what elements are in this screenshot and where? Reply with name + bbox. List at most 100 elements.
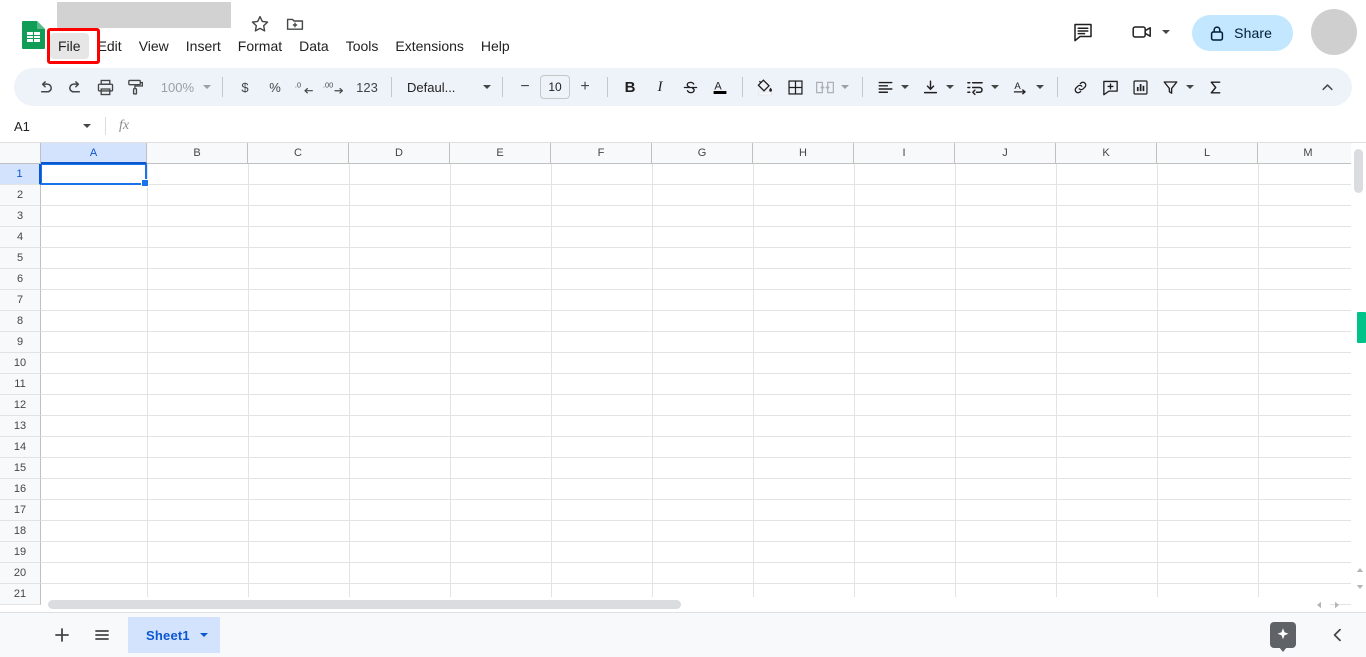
print-icon[interactable] (90, 72, 120, 102)
column-header-g[interactable]: G (652, 143, 753, 164)
currency-format-button[interactable]: $ (230, 72, 260, 102)
functions-button[interactable] (1200, 72, 1230, 102)
increase-decimal-button[interactable]: .00 (320, 72, 350, 102)
menu-item-extensions[interactable]: Extensions (387, 33, 471, 59)
scroll-up-arrow[interactable] (1351, 561, 1366, 578)
row-header-13[interactable]: 13 (0, 416, 41, 437)
select-all-corner[interactable] (0, 143, 41, 164)
text-rotation-button[interactable]: A (1005, 72, 1035, 102)
font-family-selector[interactable]: Defaul... (399, 80, 495, 95)
scroll-down-arrow[interactable] (1351, 578, 1366, 595)
column-header-f[interactable]: F (551, 143, 652, 164)
column-header-h[interactable]: H (753, 143, 854, 164)
menu-item-tools[interactable]: Tools (338, 33, 387, 59)
star-icon[interactable] (250, 14, 270, 34)
horizontal-scrollbar[interactable] (41, 597, 1330, 612)
zoom-selector[interactable]: 100% (150, 80, 215, 95)
redo-icon[interactable] (60, 72, 90, 102)
row-header-2[interactable]: 2 (0, 185, 41, 206)
text-wrapping-button[interactable] (960, 72, 990, 102)
formula-input[interactable] (142, 109, 1366, 143)
row-header-18[interactable]: 18 (0, 521, 41, 542)
chevron-down-icon[interactable] (841, 85, 849, 89)
row-header-10[interactable]: 10 (0, 353, 41, 374)
menu-item-edit[interactable]: Edit (90, 33, 130, 59)
chevron-down-icon[interactable] (199, 633, 208, 637)
row-header-7[interactable]: 7 (0, 290, 41, 311)
gemini-sparkle-icon[interactable] (1270, 622, 1296, 652)
strikethrough-button[interactable] (675, 72, 705, 102)
vertical-align-button[interactable] (915, 72, 945, 102)
cell-area[interactable] (41, 164, 1366, 606)
selected-cell-a1[interactable] (41, 164, 149, 187)
row-header-15[interactable]: 15 (0, 458, 41, 479)
text-color-button[interactable]: A (705, 72, 735, 102)
insert-comment-button[interactable] (1095, 72, 1125, 102)
row-header-21[interactable]: 21 (0, 584, 41, 605)
merge-cells-button[interactable] (810, 72, 840, 102)
vertical-scrollbar-thumb[interactable] (1354, 149, 1363, 193)
row-header-4[interactable]: 4 (0, 227, 41, 248)
all-sheets-button[interactable] (84, 617, 120, 653)
chevron-left-icon[interactable] (1324, 621, 1352, 649)
row-header-6[interactable]: 6 (0, 269, 41, 290)
row-header-5[interactable]: 5 (0, 248, 41, 269)
undo-icon[interactable] (30, 72, 60, 102)
name-box[interactable]: A1 (0, 110, 105, 143)
row-header-1[interactable]: 1 (0, 164, 41, 185)
row-header-8[interactable]: 8 (0, 311, 41, 332)
comment-history-icon[interactable] (1072, 21, 1094, 43)
menu-item-view[interactable]: View (131, 33, 177, 59)
decrease-decimal-button[interactable]: .0 (290, 72, 320, 102)
menu-item-insert[interactable]: Insert (178, 33, 229, 59)
create-filter-button[interactable] (1155, 72, 1185, 102)
row-header-14[interactable]: 14 (0, 437, 41, 458)
column-header-l[interactable]: L (1157, 143, 1258, 164)
sheet-tab-sheet1[interactable]: Sheet1 (128, 617, 220, 653)
user-avatar[interactable] (1311, 9, 1357, 55)
increase-font-size-button[interactable]: + (570, 72, 600, 102)
horizontal-scrollbar-thumb[interactable] (48, 600, 681, 609)
column-header-m[interactable]: M (1258, 143, 1359, 164)
fill-color-button[interactable] (750, 72, 780, 102)
chevron-down-icon[interactable] (1036, 85, 1044, 89)
percent-format-button[interactable]: % (260, 72, 290, 102)
move-to-folder-icon[interactable] (285, 14, 305, 34)
chevron-down-icon[interactable] (901, 85, 909, 89)
column-header-c[interactable]: C (248, 143, 349, 164)
menu-item-file[interactable]: File (50, 33, 89, 59)
row-header-17[interactable]: 17 (0, 500, 41, 521)
bold-button[interactable]: B (615, 72, 645, 102)
horizontal-align-button[interactable] (870, 72, 900, 102)
insert-chart-button[interactable] (1125, 72, 1155, 102)
font-size-input[interactable] (540, 75, 570, 99)
row-header-11[interactable]: 11 (0, 374, 41, 395)
column-header-i[interactable]: I (854, 143, 955, 164)
chevron-down-icon[interactable] (83, 123, 91, 128)
column-header-k[interactable]: K (1056, 143, 1157, 164)
decrease-font-size-button[interactable]: − (510, 72, 540, 102)
more-formats-button[interactable]: 123 (350, 72, 384, 102)
join-meeting-button[interactable] (1131, 20, 1170, 44)
menu-item-format[interactable]: Format (230, 33, 290, 59)
column-header-d[interactable]: D (349, 143, 450, 164)
collapse-toolbar-button[interactable] (1312, 72, 1342, 102)
column-header-a[interactable]: A (41, 143, 147, 164)
column-header-e[interactable]: E (450, 143, 551, 164)
add-sheet-button[interactable] (44, 617, 80, 653)
row-header-12[interactable]: 12 (0, 395, 41, 416)
menu-item-help[interactable]: Help (473, 33, 518, 59)
scroll-left-arrow[interactable] (1310, 597, 1328, 612)
row-header-19[interactable]: 19 (0, 542, 41, 563)
document-title-redacted[interactable] (57, 2, 231, 28)
scroll-right-arrow[interactable] (1328, 597, 1346, 612)
column-header-j[interactable]: J (955, 143, 1056, 164)
vertical-scrollbar[interactable] (1351, 143, 1366, 606)
chevron-down-icon[interactable] (946, 85, 954, 89)
google-sheets-logo-icon[interactable] (20, 20, 48, 50)
chevron-down-icon[interactable] (991, 85, 999, 89)
share-button[interactable]: Share (1192, 15, 1293, 51)
row-header-16[interactable]: 16 (0, 479, 41, 500)
insert-link-button[interactable] (1065, 72, 1095, 102)
row-header-3[interactable]: 3 (0, 206, 41, 227)
